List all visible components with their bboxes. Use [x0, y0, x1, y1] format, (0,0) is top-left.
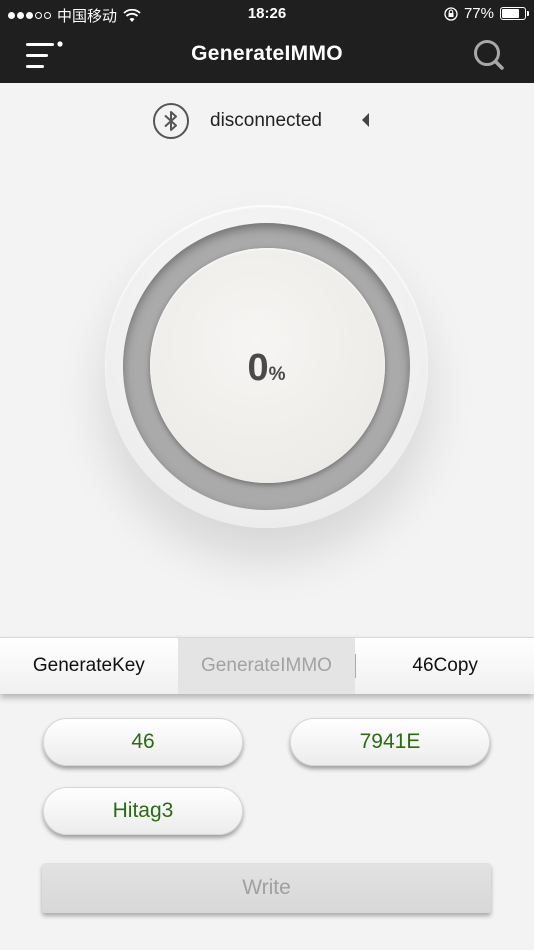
tab-generatekey[interactable]: GenerateKey — [0, 638, 178, 694]
progress-unit: % — [268, 364, 286, 385]
bluetooth-icon — [153, 103, 189, 139]
option-hitag3-button[interactable]: Hitag3 — [43, 787, 243, 835]
battery-percent: 77% — [463, 5, 494, 22]
option-7941e-button[interactable]: 7941E — [290, 718, 490, 766]
search-icon[interactable] — [472, 38, 508, 74]
navigation-bar: GenerateIMMO — [0, 28, 534, 83]
tab-bar: GenerateKey GenerateIMMO 46Copy — [0, 637, 534, 694]
tab-46copy[interactable]: 46Copy — [356, 638, 534, 694]
connection-status: disconnected — [210, 110, 322, 131]
status-bar: 中国移动 18:26 77% — [0, 0, 534, 28]
tab-generateimmo[interactable]: GenerateIMMO — [177, 638, 356, 694]
progress-readout: 0% — [105, 347, 428, 390]
bluetooth-status-row: disconnected — [0, 100, 534, 142]
write-button[interactable]: Write — [42, 863, 491, 913]
option-46-button[interactable]: 46 — [43, 718, 243, 766]
rotation-lock-icon — [444, 6, 458, 21]
caret-left-icon[interactable] — [360, 112, 372, 128]
status-right: 77% — [444, 5, 529, 22]
page-title: GenerateIMMO — [191, 42, 343, 65]
progress-dial: 0% — [105, 205, 428, 528]
progress-value: 0 — [247, 347, 269, 389]
battery-icon — [500, 7, 529, 20]
